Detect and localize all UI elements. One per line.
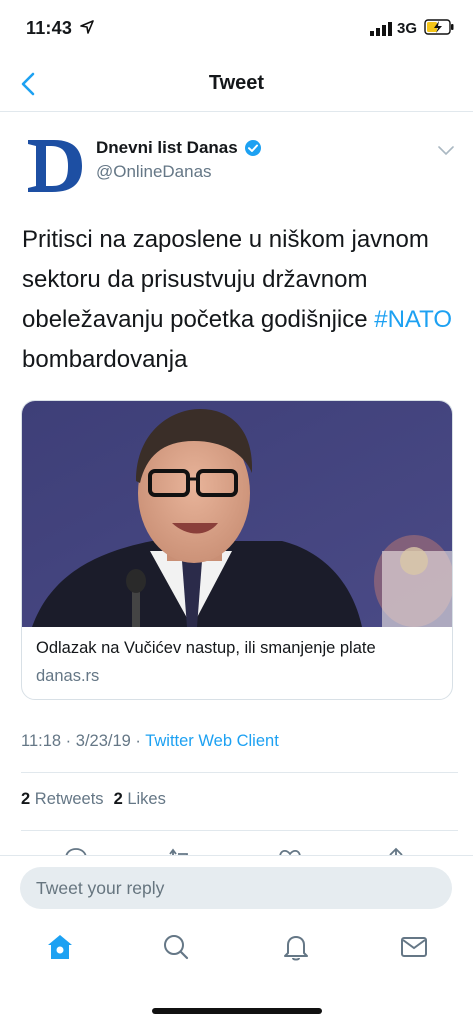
hashtag-link[interactable]: #NATO <box>374 306 452 333</box>
tab-search[interactable] <box>160 931 192 963</box>
tweet-options-button[interactable] <box>432 140 460 162</box>
search-icon <box>164 935 189 960</box>
navigation-bar: Tweet <box>0 56 473 112</box>
verified-badge-icon <box>244 140 261 156</box>
tweet-meta: 11:18 · 3/23/19 · Twitter Web Client <box>21 732 279 751</box>
tweet-source-link[interactable]: Twitter Web Client <box>145 732 279 750</box>
reply-bar <box>0 855 473 923</box>
card-title: Odlazak na Vučićev nastup, ili smanjenje… <box>36 639 376 657</box>
reply-input[interactable] <box>20 867 452 909</box>
tweet-author-row: Dnevni list Danas @OnlineDanas <box>0 112 473 196</box>
retweets-stat[interactable]: 2 Retweets <box>21 790 104 809</box>
page-title: Tweet <box>208 72 265 94</box>
tab-messages[interactable] <box>398 931 430 963</box>
battery-charging-icon <box>424 19 454 35</box>
tweet-time: 11:18 <box>21 732 62 750</box>
retweets-count: 2 <box>21 790 31 808</box>
home-indicator[interactable] <box>152 1008 322 1014</box>
tweet-date: 3/23/19 <box>75 732 131 750</box>
divider <box>21 830 458 831</box>
author-handle[interactable]: @OnlineDanas <box>96 162 212 182</box>
link-preview-card[interactable]: Odlazak na Vučićev nastup, ili smanjenje… <box>21 400 453 700</box>
tab-home[interactable] <box>44 931 76 963</box>
retweets-label: Retweets <box>34 790 104 808</box>
tweet-text-end: bombardovanja <box>22 346 188 373</box>
tab-notifications[interactable] <box>280 931 312 963</box>
divider <box>21 772 458 773</box>
home-icon <box>48 935 72 959</box>
tweet-text: Pritisci na zaposlene u niškom javnom se… <box>22 220 458 380</box>
network-type: 3G <box>397 20 418 37</box>
card-image <box>22 401 452 627</box>
tweet-stats: 2 Retweets 2 Likes <box>21 790 166 809</box>
likes-stat[interactable]: 2 Likes <box>114 790 166 809</box>
tab-bar <box>0 923 473 983</box>
meta-separator: · <box>135 732 146 750</box>
chevron-down-icon <box>438 146 454 156</box>
status-time: 11:43 <box>26 18 73 38</box>
location-arrow-icon <box>80 20 94 34</box>
meta-separator: · <box>65 732 76 750</box>
card-domain: danas.rs <box>36 667 100 685</box>
cellular-signal-icon <box>370 22 392 36</box>
author-name[interactable]: Dnevni list Danas <box>96 138 262 158</box>
notifications-icon <box>284 936 308 961</box>
likes-count: 2 <box>113 790 123 808</box>
author-name-text: Dnevni list Danas <box>96 138 238 157</box>
avatar[interactable] <box>24 134 84 196</box>
tweet-text-body: Pritisci na zaposlene u niškom javnom se… <box>22 226 429 333</box>
messages-icon <box>401 937 427 957</box>
likes-label: Likes <box>127 790 166 808</box>
status-bar: 11:43 3G <box>0 0 473 56</box>
